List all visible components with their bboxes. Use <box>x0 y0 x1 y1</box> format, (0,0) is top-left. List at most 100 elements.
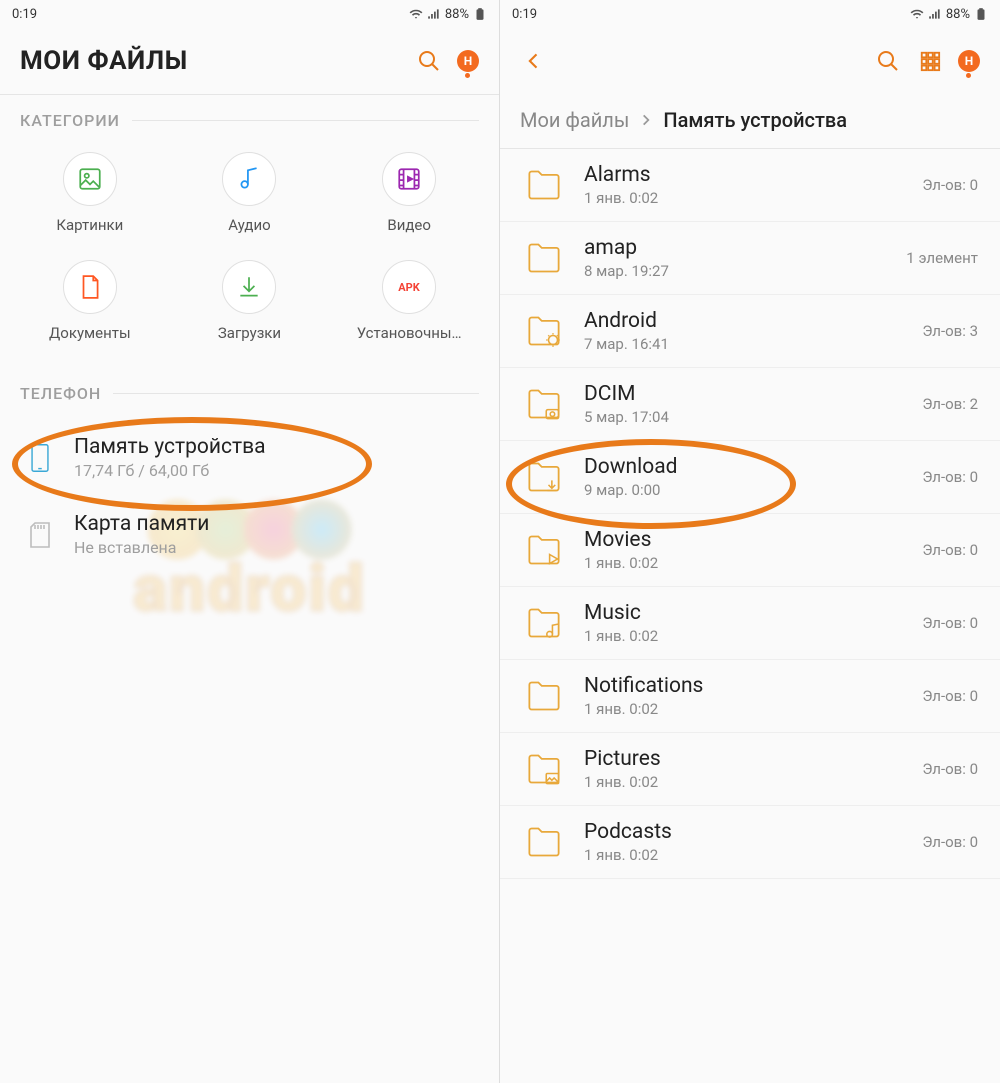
folder-name: Movies <box>584 528 904 552</box>
folder-date: 1 янв. 0:02 <box>584 700 904 718</box>
category-document[interactable]: Документы <box>10 260 170 342</box>
breadcrumb-leaf: Память устройства <box>663 108 847 132</box>
storage-title: Карта памяти <box>74 512 209 536</box>
screen-my-files: 0:19 88% МОИ ФАЙЛЫ H android КАТЕГОРИИ <box>0 0 500 1083</box>
video-icon <box>382 152 436 206</box>
status-battery-pct: 88% <box>445 7 469 22</box>
folder-count: Эл-ов: 3 <box>922 322 978 340</box>
folder-date: 7 мар. 16:41 <box>584 335 904 353</box>
folder-count: Эл-ов: 0 <box>922 833 978 851</box>
folder-item[interactable]: Android 7 мар. 16:41 Эл-ов: 3 <box>500 295 1000 368</box>
view-grid-button[interactable] <box>916 47 944 75</box>
folder-date: 1 янв. 0:02 <box>584 627 904 645</box>
folder-date: 8 мар. 19:27 <box>584 262 888 280</box>
category-video[interactable]: Видео <box>329 152 489 234</box>
audio-icon <box>222 152 276 206</box>
folder-item[interactable]: Notifications 1 янв. 0:02 Эл-ов: 0 <box>500 660 1000 733</box>
folder-name: Pictures <box>584 747 904 771</box>
folder-name: Alarms <box>584 163 904 187</box>
storage-phone[interactable]: Память устройства 17,74 Гб / 64,00 Гб <box>0 419 499 496</box>
storage-title: Память устройства <box>74 435 266 459</box>
storage-list: Память устройства 17,74 Гб / 64,00 Гб Ка… <box>0 415 499 573</box>
category-label: Картинки <box>56 216 123 234</box>
folder-item[interactable]: Music 1 янв. 0:02 Эл-ов: 0 <box>500 587 1000 660</box>
folder-name: Music <box>584 601 904 625</box>
grid-icon <box>919 50 941 72</box>
signal-icon <box>427 7 441 21</box>
menu-badge[interactable]: H <box>457 50 479 72</box>
storage-sd[interactable]: Карта памяти Не вставлена <box>0 496 499 573</box>
folder-item[interactable]: Download 9 мар. 0:00 Эл-ов: 0 <box>500 441 1000 514</box>
folder-icon <box>522 674 566 718</box>
folder-item[interactable]: Podcasts 1 янв. 0:02 Эл-ов: 0 <box>500 806 1000 879</box>
search-button[interactable] <box>415 47 443 75</box>
signal-icon <box>928 7 942 21</box>
folder-date: 1 янв. 0:02 <box>584 189 904 207</box>
phone-icon <box>26 443 54 473</box>
menu-badge[interactable]: H <box>958 50 980 72</box>
folder-item[interactable]: DCIM 5 мар. 17:04 Эл-ов: 2 <box>500 368 1000 441</box>
storage-sub: Не вставлена <box>74 538 209 557</box>
folder-count: Эл-ов: 0 <box>922 614 978 632</box>
svg-text:APK: APK <box>398 281 420 294</box>
folder-count: 1 элемент <box>906 249 978 267</box>
folder-name: Download <box>584 455 904 479</box>
category-apk[interactable]: APK Установочны… <box>329 260 489 342</box>
folder-item[interactable]: Alarms 1 янв. 0:02 Эл-ов: 0 <box>500 149 1000 222</box>
folder-date: 1 янв. 0:02 <box>584 554 904 572</box>
folder-icon <box>522 382 566 426</box>
app-bar: H <box>500 28 1000 94</box>
folder-item[interactable]: Pictures 1 янв. 0:02 Эл-ов: 0 <box>500 733 1000 806</box>
category-image[interactable]: Картинки <box>10 152 170 234</box>
category-label: Видео <box>387 216 431 234</box>
folder-date: 9 мар. 0:00 <box>584 481 904 499</box>
folder-date: 1 янв. 0:02 <box>584 773 904 791</box>
folder-count: Эл-ов: 0 <box>922 468 978 486</box>
apk-icon: APK <box>382 260 436 314</box>
storage-sub: 17,74 Гб / 64,00 Гб <box>74 461 266 480</box>
section-categories: КАТЕГОРИИ <box>0 95 499 142</box>
category-audio[interactable]: Аудио <box>170 152 330 234</box>
folder-name: amap <box>584 236 888 260</box>
folder-date: 1 янв. 0:02 <box>584 846 904 864</box>
battery-icon <box>473 7 487 21</box>
section-phone: ТЕЛЕФОН <box>0 368 499 415</box>
image-icon <box>63 152 117 206</box>
screen-folder-list: 0:19 88% H Мои файлы Память устройства <box>500 0 1000 1083</box>
chevron-right-icon <box>639 113 653 127</box>
battery-icon <box>974 7 988 21</box>
search-icon <box>876 49 900 73</box>
folder-name: DCIM <box>584 382 904 406</box>
search-button[interactable] <box>874 47 902 75</box>
folder-count: Эл-ов: 0 <box>922 760 978 778</box>
document-icon <box>63 260 117 314</box>
app-bar: МОИ ФАЙЛЫ H <box>0 28 499 94</box>
folder-icon <box>522 747 566 791</box>
folder-icon <box>522 309 566 353</box>
chevron-left-icon <box>524 51 544 71</box>
folder-name: Notifications <box>584 674 904 698</box>
folder-item[interactable]: Movies 1 янв. 0:02 Эл-ов: 0 <box>500 514 1000 587</box>
folder-icon <box>522 528 566 572</box>
folder-icon <box>522 163 566 207</box>
wifi-icon <box>910 7 924 21</box>
folder-icon <box>522 455 566 499</box>
breadcrumb-root[interactable]: Мои файлы <box>520 108 629 132</box>
folder-count: Эл-ов: 0 <box>922 541 978 559</box>
sd-icon <box>26 521 54 549</box>
category-label: Загрузки <box>218 324 281 342</box>
search-icon <box>417 49 441 73</box>
categories-grid: Картинки Аудио Видео Документы Загрузки … <box>0 142 499 368</box>
folder-name: Android <box>584 309 904 333</box>
status-bar: 0:19 88% <box>500 0 1000 28</box>
folder-date: 5 мар. 17:04 <box>584 408 904 426</box>
folder-icon <box>522 236 566 280</box>
folder-icon <box>522 601 566 645</box>
folder-item[interactable]: amap 8 мар. 19:27 1 элемент <box>500 222 1000 295</box>
category-download[interactable]: Загрузки <box>170 260 330 342</box>
status-battery-pct: 88% <box>946 7 970 22</box>
folder-count: Эл-ов: 2 <box>922 395 978 413</box>
folder-name: Podcasts <box>584 820 904 844</box>
back-button[interactable] <box>520 47 548 75</box>
status-time: 0:19 <box>12 7 37 22</box>
